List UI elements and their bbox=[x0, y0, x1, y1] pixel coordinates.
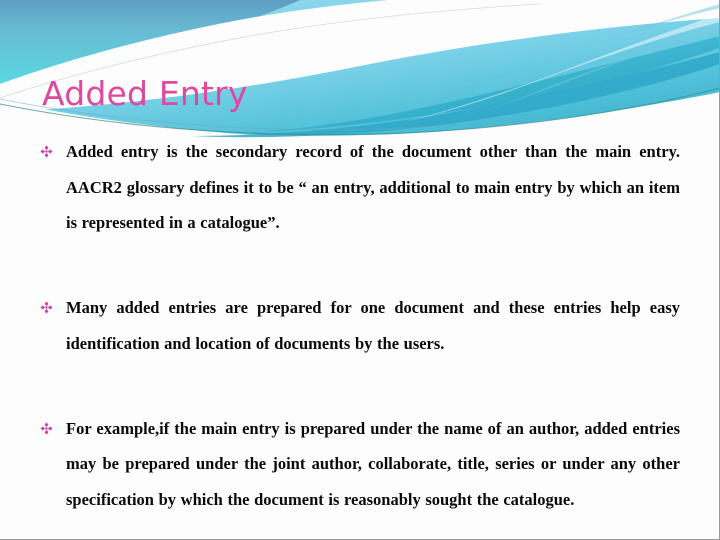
bullet-text: For example,if the main entry is prepare… bbox=[66, 418, 680, 509]
clover-diamond-bullet-icon bbox=[40, 411, 60, 447]
bullet-item: Many added entries are prepared for one … bbox=[40, 290, 680, 397]
slide-body: Added entry is the secondary record of t… bbox=[40, 134, 680, 540]
bullet-item: For example,if the main entry is prepare… bbox=[40, 411, 680, 540]
bullet-text: Added entry is the secondary record of t… bbox=[66, 142, 680, 232]
presentation-slide: Added Entry Added entry is the secondary… bbox=[0, 0, 720, 540]
bullet-item: Added entry is the secondary record of t… bbox=[40, 134, 680, 276]
clover-diamond-bullet-icon bbox=[40, 290, 60, 326]
clover-diamond-bullet-icon bbox=[40, 134, 60, 170]
bullet-text: Many added entries are prepared for one … bbox=[66, 298, 680, 353]
page-title: Added Entry bbox=[42, 74, 248, 113]
